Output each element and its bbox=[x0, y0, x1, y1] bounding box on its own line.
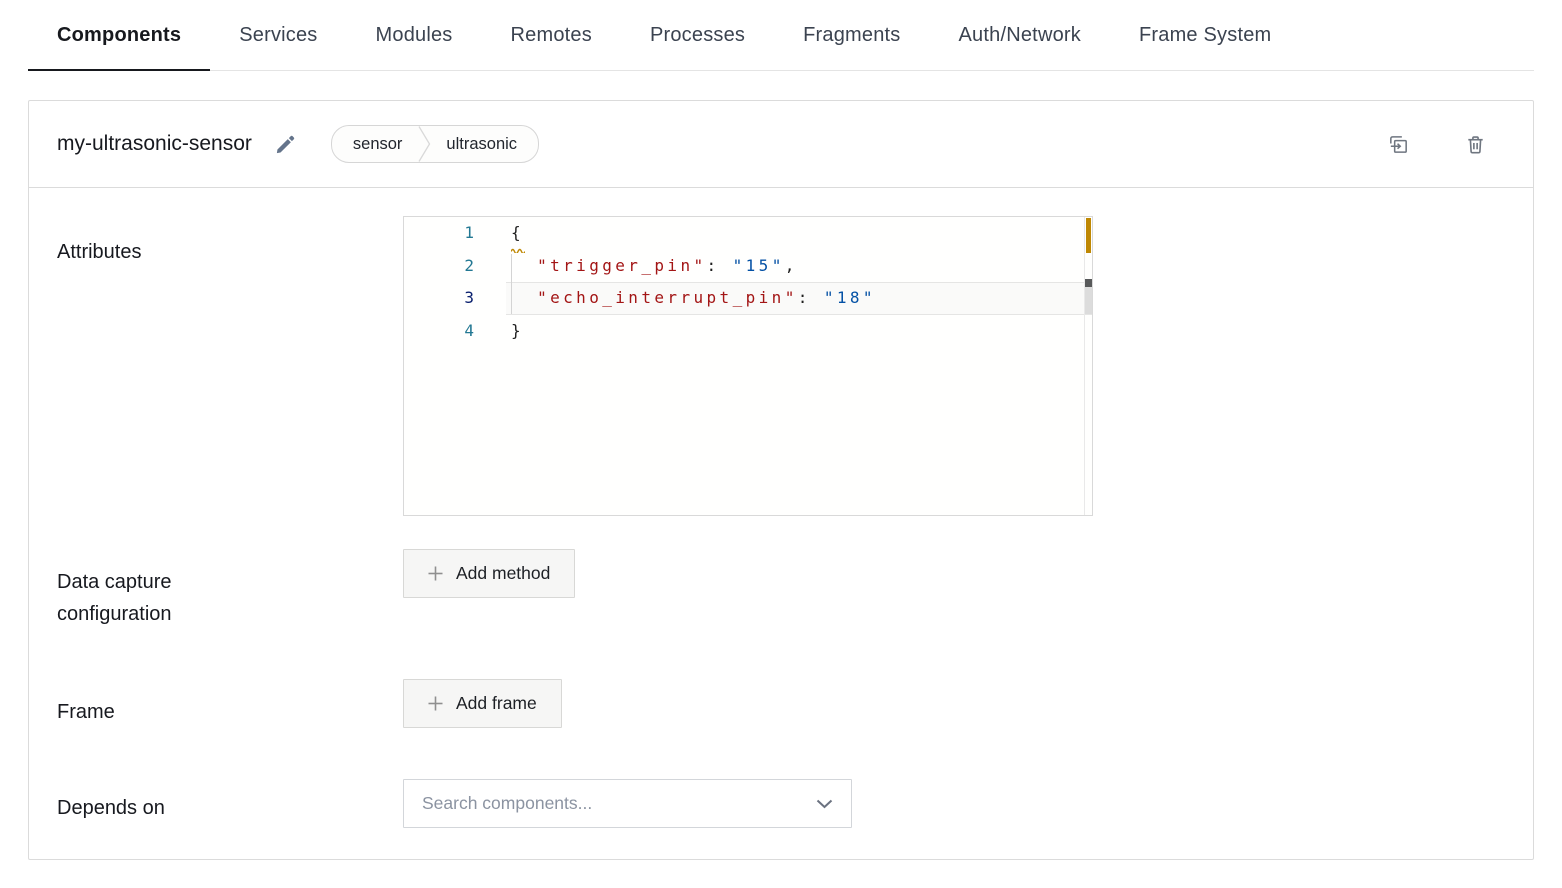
trash-icon bbox=[1464, 133, 1487, 156]
page: ComponentsServicesModulesRemotesProcesse… bbox=[0, 0, 1562, 860]
code-line-1: 1{ bbox=[404, 217, 1092, 250]
code-text: "trigger_pin": "15", bbox=[506, 250, 1092, 283]
code-line-3: 3 "echo_interrupt_pin": "18" bbox=[404, 282, 1092, 315]
code-line-4: 4} bbox=[404, 315, 1092, 348]
data-capture-row: Data capture configuration Add method bbox=[29, 549, 1533, 630]
component-model: ultrasonic bbox=[431, 135, 538, 154]
card-actions bbox=[1383, 129, 1491, 160]
line-number: 4 bbox=[404, 315, 506, 348]
component-name: my-ultrasonic-sensor bbox=[57, 132, 252, 156]
depends-on-label: Depends on bbox=[57, 779, 403, 824]
duplicate-icon bbox=[1387, 133, 1410, 156]
frame-label: Frame bbox=[57, 679, 403, 728]
scrollbar-thumb[interactable] bbox=[1085, 285, 1092, 314]
component-card-header: my-ultrasonic-sensor sensor ultrasonic bbox=[29, 101, 1533, 188]
frame-row: Frame Add frame bbox=[29, 679, 1533, 728]
tab-auth-network[interactable]: Auth/Network bbox=[930, 0, 1110, 70]
depends-on-placeholder: Search components... bbox=[422, 793, 592, 814]
tab-remotes[interactable]: Remotes bbox=[482, 0, 621, 70]
warning-squiggle-icon bbox=[511, 247, 525, 253]
tab-modules[interactable]: Modules bbox=[347, 0, 482, 70]
depends-on-row: Depends on Search components... bbox=[29, 779, 1533, 828]
attributes-label: Attributes bbox=[57, 216, 403, 268]
data-capture-label: Data capture configuration bbox=[57, 549, 403, 630]
line-number: 1 bbox=[404, 217, 506, 250]
chevron-right-icon bbox=[418, 126, 431, 162]
component-type: sensor bbox=[332, 135, 419, 154]
edit-name-button[interactable] bbox=[270, 129, 301, 160]
tab-frame-system[interactable]: Frame System bbox=[1110, 0, 1300, 70]
add-method-label: Add method bbox=[456, 563, 550, 584]
tab-components[interactable]: Components bbox=[28, 0, 210, 70]
code-text: { bbox=[506, 217, 1092, 250]
code-text: } bbox=[506, 315, 1092, 348]
plus-icon bbox=[428, 566, 443, 581]
warning-marker bbox=[1086, 218, 1091, 253]
component-type-badge: sensor ultrasonic bbox=[331, 125, 539, 163]
plus-icon bbox=[428, 696, 443, 711]
tab-services[interactable]: Services bbox=[210, 0, 346, 70]
tab-bar: ComponentsServicesModulesRemotesProcesse… bbox=[28, 0, 1534, 71]
depends-on-select[interactable]: Search components... bbox=[403, 779, 852, 828]
cursor-marker bbox=[1085, 279, 1092, 287]
delete-button[interactable] bbox=[1460, 129, 1491, 160]
duplicate-button[interactable] bbox=[1383, 129, 1414, 160]
code-lines: 1{2 "trigger_pin": "15",3 "echo_interrup… bbox=[404, 217, 1092, 347]
indent-guide bbox=[511, 254, 512, 314]
pencil-icon bbox=[274, 133, 297, 156]
tab-processes[interactable]: Processes bbox=[621, 0, 774, 70]
component-card: my-ultrasonic-sensor sensor ultrasonic bbox=[28, 100, 1534, 860]
attributes-json-editor[interactable]: 1{2 "trigger_pin": "15",3 "echo_interrup… bbox=[403, 216, 1093, 516]
overview-ruler bbox=[1084, 217, 1092, 515]
chevron-down-icon bbox=[816, 799, 833, 809]
attributes-row: Attributes 1{2 "trigger_pin": "15",3 "ec… bbox=[29, 216, 1533, 516]
line-number: 2 bbox=[404, 250, 506, 283]
tab-fragments[interactable]: Fragments bbox=[774, 0, 929, 70]
line-number: 3 bbox=[404, 282, 506, 315]
add-frame-button[interactable]: Add frame bbox=[403, 679, 562, 728]
code-line-2: 2 "trigger_pin": "15", bbox=[404, 250, 1092, 283]
code-text: "echo_interrupt_pin": "18" bbox=[506, 282, 1092, 315]
add-method-button[interactable]: Add method bbox=[403, 549, 575, 598]
component-card-body: Attributes 1{2 "trigger_pin": "15",3 "ec… bbox=[29, 216, 1533, 859]
add-frame-label: Add frame bbox=[456, 693, 537, 714]
